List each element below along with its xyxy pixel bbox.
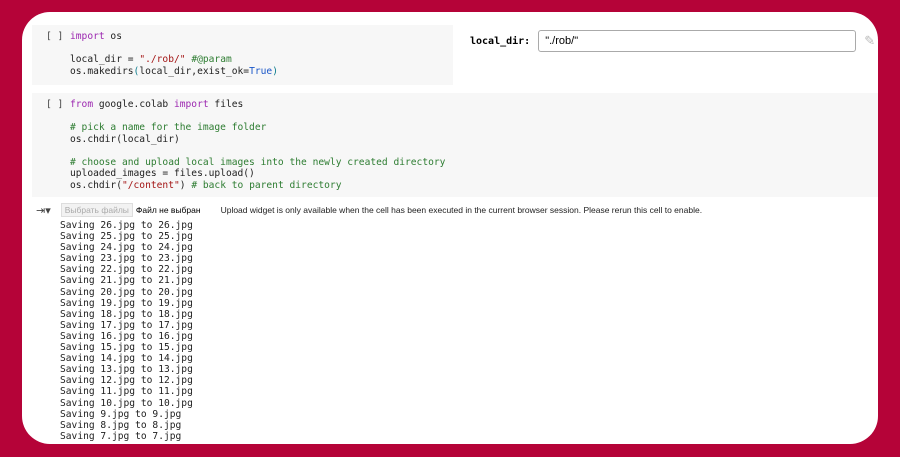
output-line: Saving 24.jpg to 24.jpg <box>60 242 193 254</box>
output-line: Saving 18.jpg to 18.jpg <box>60 308 193 320</box>
output-line: Saving 11.jpg to 11.jpg <box>60 386 193 398</box>
output-line: Saving 13.jpg to 13.jpg <box>60 364 193 376</box>
run-cell-button[interactable]: [ ] <box>46 31 63 42</box>
run-cell-button[interactable]: [ ] <box>46 99 63 110</box>
cell-output: ⇥▾ Выбрать файлы Файл не выбран Upload w… <box>36 203 703 442</box>
output-line: Saving 8.jpg to 8.jpg <box>60 419 182 431</box>
output-line: Saving 15.jpg to 15.jpg <box>60 342 193 354</box>
code-editor[interactable]: from google.colab import files # pick a … <box>70 99 445 191</box>
pencil-icon[interactable]: ✎ <box>864 33 875 49</box>
code-cell-2[interactable]: [ ] from google.colab import files # pic… <box>32 93 878 197</box>
output-line: Saving 17.jpg to 17.jpg <box>60 319 193 331</box>
output-toggle-icon[interactable]: ⇥▾ <box>36 204 51 217</box>
upload-warning: Upload widget is only available when the… <box>220 205 703 215</box>
output-line: Saving 16.jpg to 16.jpg <box>60 330 193 342</box>
local-dir-label: local_dir: <box>470 35 531 47</box>
code-editor[interactable]: import os local_dir = "./rob/" #@param o… <box>70 31 278 77</box>
output-line: Saving 14.jpg to 14.jpg <box>60 353 193 365</box>
output-line: Saving 12.jpg to 12.jpg <box>60 375 193 387</box>
output-line: Saving 21.jpg to 21.jpg <box>60 275 193 287</box>
output-line: Saving 23.jpg to 23.jpg <box>60 253 193 265</box>
output-line: Saving 25.jpg to 25.jpg <box>60 231 193 243</box>
choose-files-button[interactable]: Выбрать файлы <box>60 203 133 217</box>
output-line: Saving 9.jpg to 9.jpg <box>60 408 182 420</box>
output-line: Saving 7.jpg to 7.jpg <box>60 430 182 442</box>
local-dir-input[interactable] <box>538 30 857 52</box>
param-form: local_dir: ✎ <box>470 30 875 52</box>
output-log: Saving 26.jpg to 26.jpg Saving 25.jpg to … <box>60 220 193 442</box>
output-line: Saving 26.jpg to 26.jpg <box>60 220 193 231</box>
no-file-label: Файл не выбран <box>135 205 201 215</box>
output-line: Saving 19.jpg to 19.jpg <box>60 297 193 309</box>
notebook-window: [ ] import os local_dir = "./rob/" #@par… <box>22 12 878 444</box>
output-line: Saving 10.jpg to 10.jpg <box>60 397 193 409</box>
output-line: Saving 20.jpg to 20.jpg <box>60 286 193 298</box>
code-cell-1[interactable]: [ ] import os local_dir = "./rob/" #@par… <box>32 25 453 85</box>
output-line: Saving 22.jpg to 22.jpg <box>60 264 193 276</box>
